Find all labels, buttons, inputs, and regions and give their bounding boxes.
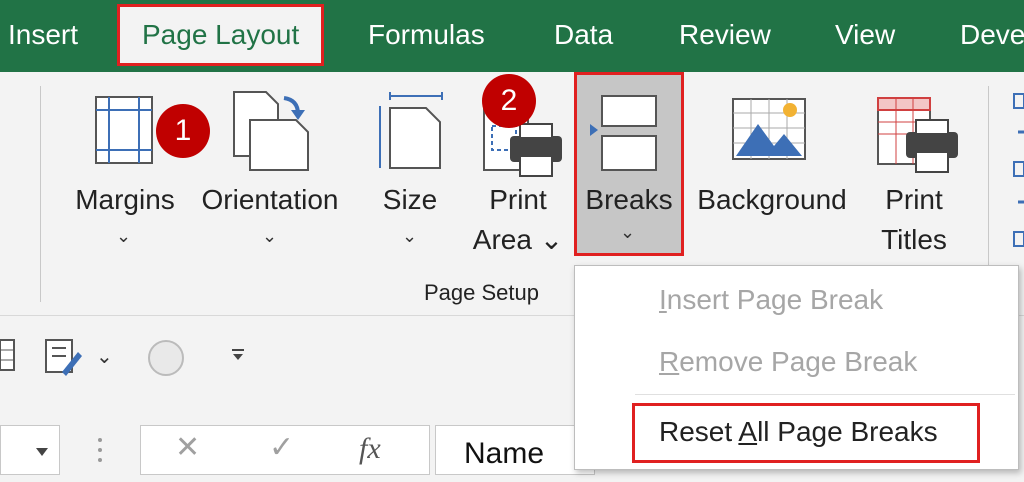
cancel-icon[interactable]: ✕ xyxy=(175,430,200,465)
step-badge-2: 2 xyxy=(482,74,536,128)
menu-insert-page-break[interactable]: Insert Page Break xyxy=(659,284,883,316)
customize-toolbar-icon[interactable] xyxy=(230,346,246,367)
print-titles-label-line2: Titles xyxy=(881,224,947,255)
chevron-down-icon[interactable]: ⌄ xyxy=(96,344,113,369)
print-titles-button[interactable]: Print Titles xyxy=(866,180,962,260)
tab-data[interactable]: Data xyxy=(554,0,613,72)
formula-bar-grip-icon xyxy=(96,436,104,471)
margins-icon xyxy=(95,96,155,171)
formula-input[interactable]: Name xyxy=(435,425,595,475)
margins-chevron-icon: ⌄ xyxy=(116,226,132,246)
margins-button[interactable]: Margins xyxy=(68,180,182,220)
page-setup-group-label: Page Setup xyxy=(424,280,539,305)
tab-formulas[interactable]: Formulas xyxy=(368,0,485,72)
menu-remove-page-break[interactable]: Remove Page Break xyxy=(659,346,917,378)
width-icon xyxy=(1010,92,1024,257)
tab-developer[interactable]: Deve xyxy=(960,0,1024,72)
tab-view[interactable]: View xyxy=(835,0,895,72)
background-button[interactable]: Background xyxy=(690,180,854,220)
circle-icon[interactable] xyxy=(146,338,186,383)
size-icon xyxy=(376,90,446,175)
orientation-button[interactable]: Orientation xyxy=(190,180,350,220)
enter-icon[interactable]: ✓ xyxy=(269,430,294,465)
orientation-icon xyxy=(232,90,312,177)
margins-label: Margins xyxy=(75,184,175,215)
breaks-highlight-box xyxy=(574,72,684,256)
tab-page-layout[interactable]: Page Layout xyxy=(117,4,325,66)
ribbon-tab-bar: Insert Page Layout Formulas Data Review … xyxy=(0,0,1024,72)
menu-separator xyxy=(635,394,1015,395)
reset-highlight-box xyxy=(632,403,980,463)
tab-insert[interactable]: Insert xyxy=(8,0,78,72)
insert-function-icon[interactable]: fx xyxy=(359,432,381,466)
orientation-chevron-icon: ⌄ xyxy=(262,226,278,246)
tab-review[interactable]: Review xyxy=(679,0,771,72)
table-icon[interactable] xyxy=(0,336,16,381)
orientation-label: Orientation xyxy=(201,184,339,215)
formula-buttons: ✕ ✓ fx xyxy=(140,425,430,475)
group-separator xyxy=(40,86,41,302)
size-label: Size xyxy=(382,184,438,215)
background-icon xyxy=(732,98,808,167)
print-titles-icon xyxy=(876,96,962,179)
name-box[interactable] xyxy=(0,425,60,475)
step-badge-1: 1 xyxy=(156,104,210,158)
print-area-label-line2: Area ⌄ xyxy=(472,224,564,255)
size-chevron-icon: ⌄ xyxy=(402,226,418,246)
size-button[interactable]: Size xyxy=(372,180,448,220)
form-edit-icon[interactable] xyxy=(44,338,84,383)
print-area-button[interactable]: Print Area ⌄ xyxy=(466,180,570,260)
background-label: Background xyxy=(697,184,847,215)
name-box-dropdown-icon[interactable] xyxy=(35,444,49,462)
print-titles-label-line1: Print xyxy=(885,184,943,215)
print-area-label-line1: Print xyxy=(489,184,547,215)
